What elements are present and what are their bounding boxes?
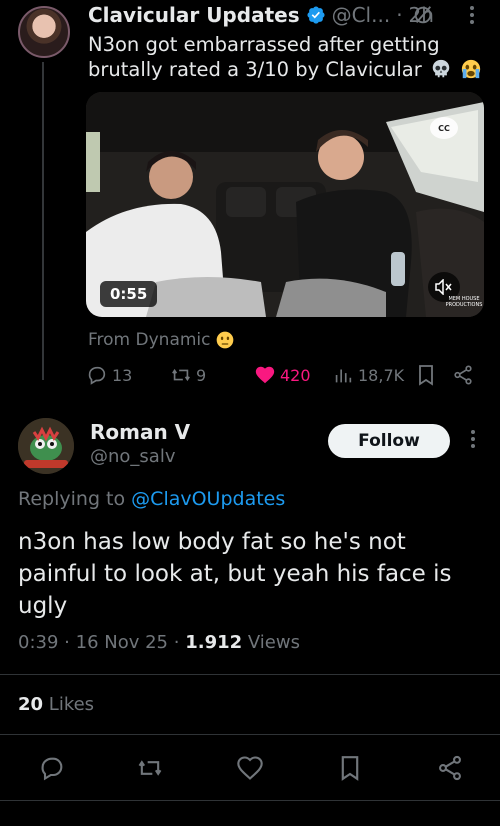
bookmark-icon[interactable] (338, 754, 362, 782)
like-count: 420 (280, 365, 311, 385)
avatar-image (18, 418, 74, 474)
reply-icon (88, 366, 106, 385)
parent-author-name[interactable]: Clavicular Updates (88, 3, 300, 27)
grok-icon[interactable] (412, 4, 434, 26)
divider (0, 674, 500, 675)
parent-handle[interactable]: @Cl... (332, 3, 391, 27)
verified-badge-icon (307, 6, 325, 24)
reply-icon[interactable] (38, 754, 66, 782)
from-text: From Dynamic (88, 330, 211, 350)
neutral-face-emoji (216, 331, 233, 349)
cc-label: CC (438, 123, 450, 133)
video-duration: 0:55 (100, 281, 158, 307)
divider (0, 800, 500, 801)
video-watermark: MEM HOUSE PRODUCTIONS (445, 296, 483, 308)
repost-icon (172, 368, 190, 382)
reply-author-name[interactable]: Roman V (90, 420, 190, 444)
share-action[interactable] (452, 364, 478, 386)
thread-line (42, 62, 44, 380)
parent-avatar[interactable] (18, 6, 70, 58)
replying-to: Replying to @ClavOUpdates (18, 488, 285, 510)
reply-views-label: Views (247, 632, 300, 653)
reply-date[interactable]: 16 Nov 25 (76, 632, 168, 653)
reply-avatar[interactable] (18, 418, 74, 474)
bookmark-icon (419, 365, 433, 386)
reply-count: 13 (112, 365, 133, 385)
follow-button[interactable]: Follow (328, 424, 450, 458)
more-icon[interactable] (462, 4, 482, 26)
repost-action[interactable]: 9 (170, 364, 206, 386)
parent-tweet-body: N3on got embarrassed after getting bruta… (88, 33, 440, 81)
reply-handle[interactable]: @no_salv (90, 446, 175, 467)
parent-actions: 13 9 420 18,7K (86, 364, 482, 392)
reply-likes-count: 20 (18, 694, 44, 715)
reply-action[interactable]: 13 (86, 364, 132, 386)
views-count: 18,7K (358, 365, 405, 385)
reply-tweet-text: n3on has low body fat so he's not painfu… (18, 529, 452, 619)
like-action[interactable]: 420 (254, 364, 311, 386)
share-icon[interactable] (436, 754, 464, 782)
more-icon[interactable] (464, 428, 482, 450)
from-source[interactable]: From Dynamic (88, 330, 235, 350)
heart-filled-icon (255, 366, 275, 384)
share-icon (454, 365, 472, 385)
meta-dot-1: · (64, 632, 70, 653)
meta-dot-2: · (173, 632, 180, 653)
bookmark-action[interactable] (416, 364, 440, 386)
repost-icon[interactable] (136, 754, 164, 782)
reply-likes-label: Likes (48, 694, 95, 715)
captions-button[interactable]: CC (430, 117, 458, 139)
reply-time[interactable]: 0:39 (18, 632, 58, 653)
parent-tweet-text: N3on got embarrassed after getting bruta… (88, 32, 488, 82)
reply-actions (0, 754, 500, 784)
views-action[interactable]: 18,7K (332, 364, 404, 386)
repost-count: 9 (196, 365, 207, 385)
reply-meta: 0:39 · 16 Nov 25 · 1.912 Views (18, 632, 300, 653)
replying-prefix: Replying to (18, 488, 126, 510)
duration-label: 0:55 (100, 281, 158, 307)
reply-views-count: 1.912 (185, 632, 243, 653)
replying-mention[interactable]: @ClavOUpdates (131, 488, 285, 510)
heart-icon[interactable] (236, 754, 264, 782)
skull-emoji (432, 59, 450, 78)
views-icon (335, 369, 352, 383)
mute-icon (435, 279, 452, 295)
reply-likes[interactable]: 20 Likes (18, 694, 94, 715)
parent-header: Clavicular Updates @Cl... · 2h (88, 2, 434, 28)
parent-dot: · (396, 3, 403, 27)
crying-emoji (462, 59, 481, 79)
divider (0, 734, 500, 735)
